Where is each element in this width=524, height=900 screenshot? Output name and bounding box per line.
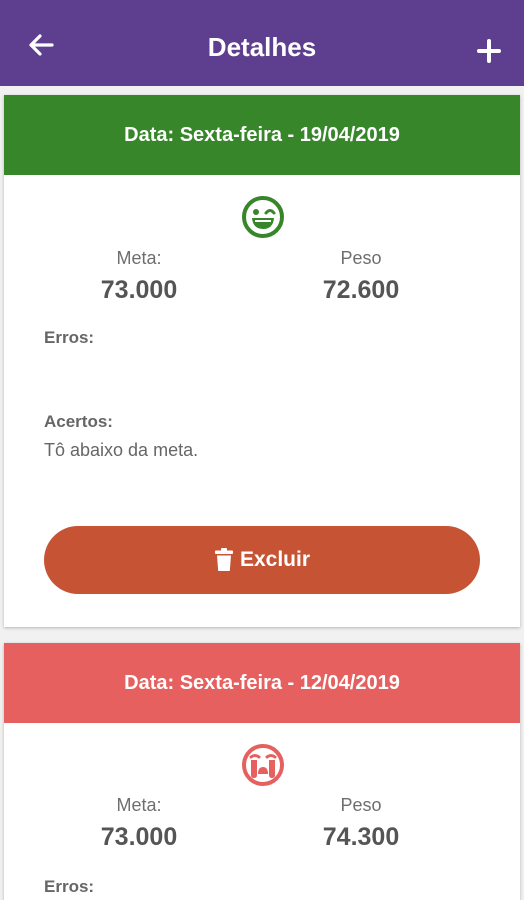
peso-value: 74.300 (322, 823, 400, 851)
meta-value: 73.000 (100, 823, 178, 851)
entry-date-header: Data: Sexta-feira - 12/04/2019 (4, 643, 520, 723)
crying-face-icon (242, 744, 284, 786)
meta-stat: Meta: 73.000 (39, 794, 239, 852)
meta-stat: Meta: 73.000 (39, 247, 239, 305)
acertos-label: Acertos: (44, 412, 113, 431)
meta-label: Meta: (116, 248, 162, 268)
meta-label: Meta: (116, 795, 162, 815)
entry-card: Data: Sexta-feira - 12/04/2019 Meta: 73.… (4, 643, 520, 900)
winking-face-icon (242, 196, 284, 238)
erros-label: Erros: (44, 877, 95, 896)
entry-date-header: Data: Sexta-feira - 19/04/2019 (4, 95, 520, 175)
peso-label: Peso (340, 248, 382, 268)
acertos-text: Tô abaixo da meta. (44, 440, 199, 460)
trash-icon (214, 548, 233, 571)
peso-stat: Peso 72.600 (261, 247, 461, 305)
peso-label: Peso (340, 795, 382, 815)
page-title: Detalhes (207, 32, 317, 62)
peso-value: 72.600 (322, 276, 400, 304)
plus-icon[interactable] (476, 38, 502, 64)
meta-value: 73.000 (100, 276, 178, 304)
entry-card: Data: Sexta-feira - 19/04/2019 Meta: 73.… (4, 95, 520, 627)
erros-label: Erros: (44, 328, 95, 347)
delete-button[interactable]: Excluir (44, 526, 480, 594)
delete-button-label: Excluir (239, 548, 311, 571)
app-bar: Detalhes (0, 0, 524, 86)
peso-stat: Peso 74.300 (261, 794, 461, 852)
